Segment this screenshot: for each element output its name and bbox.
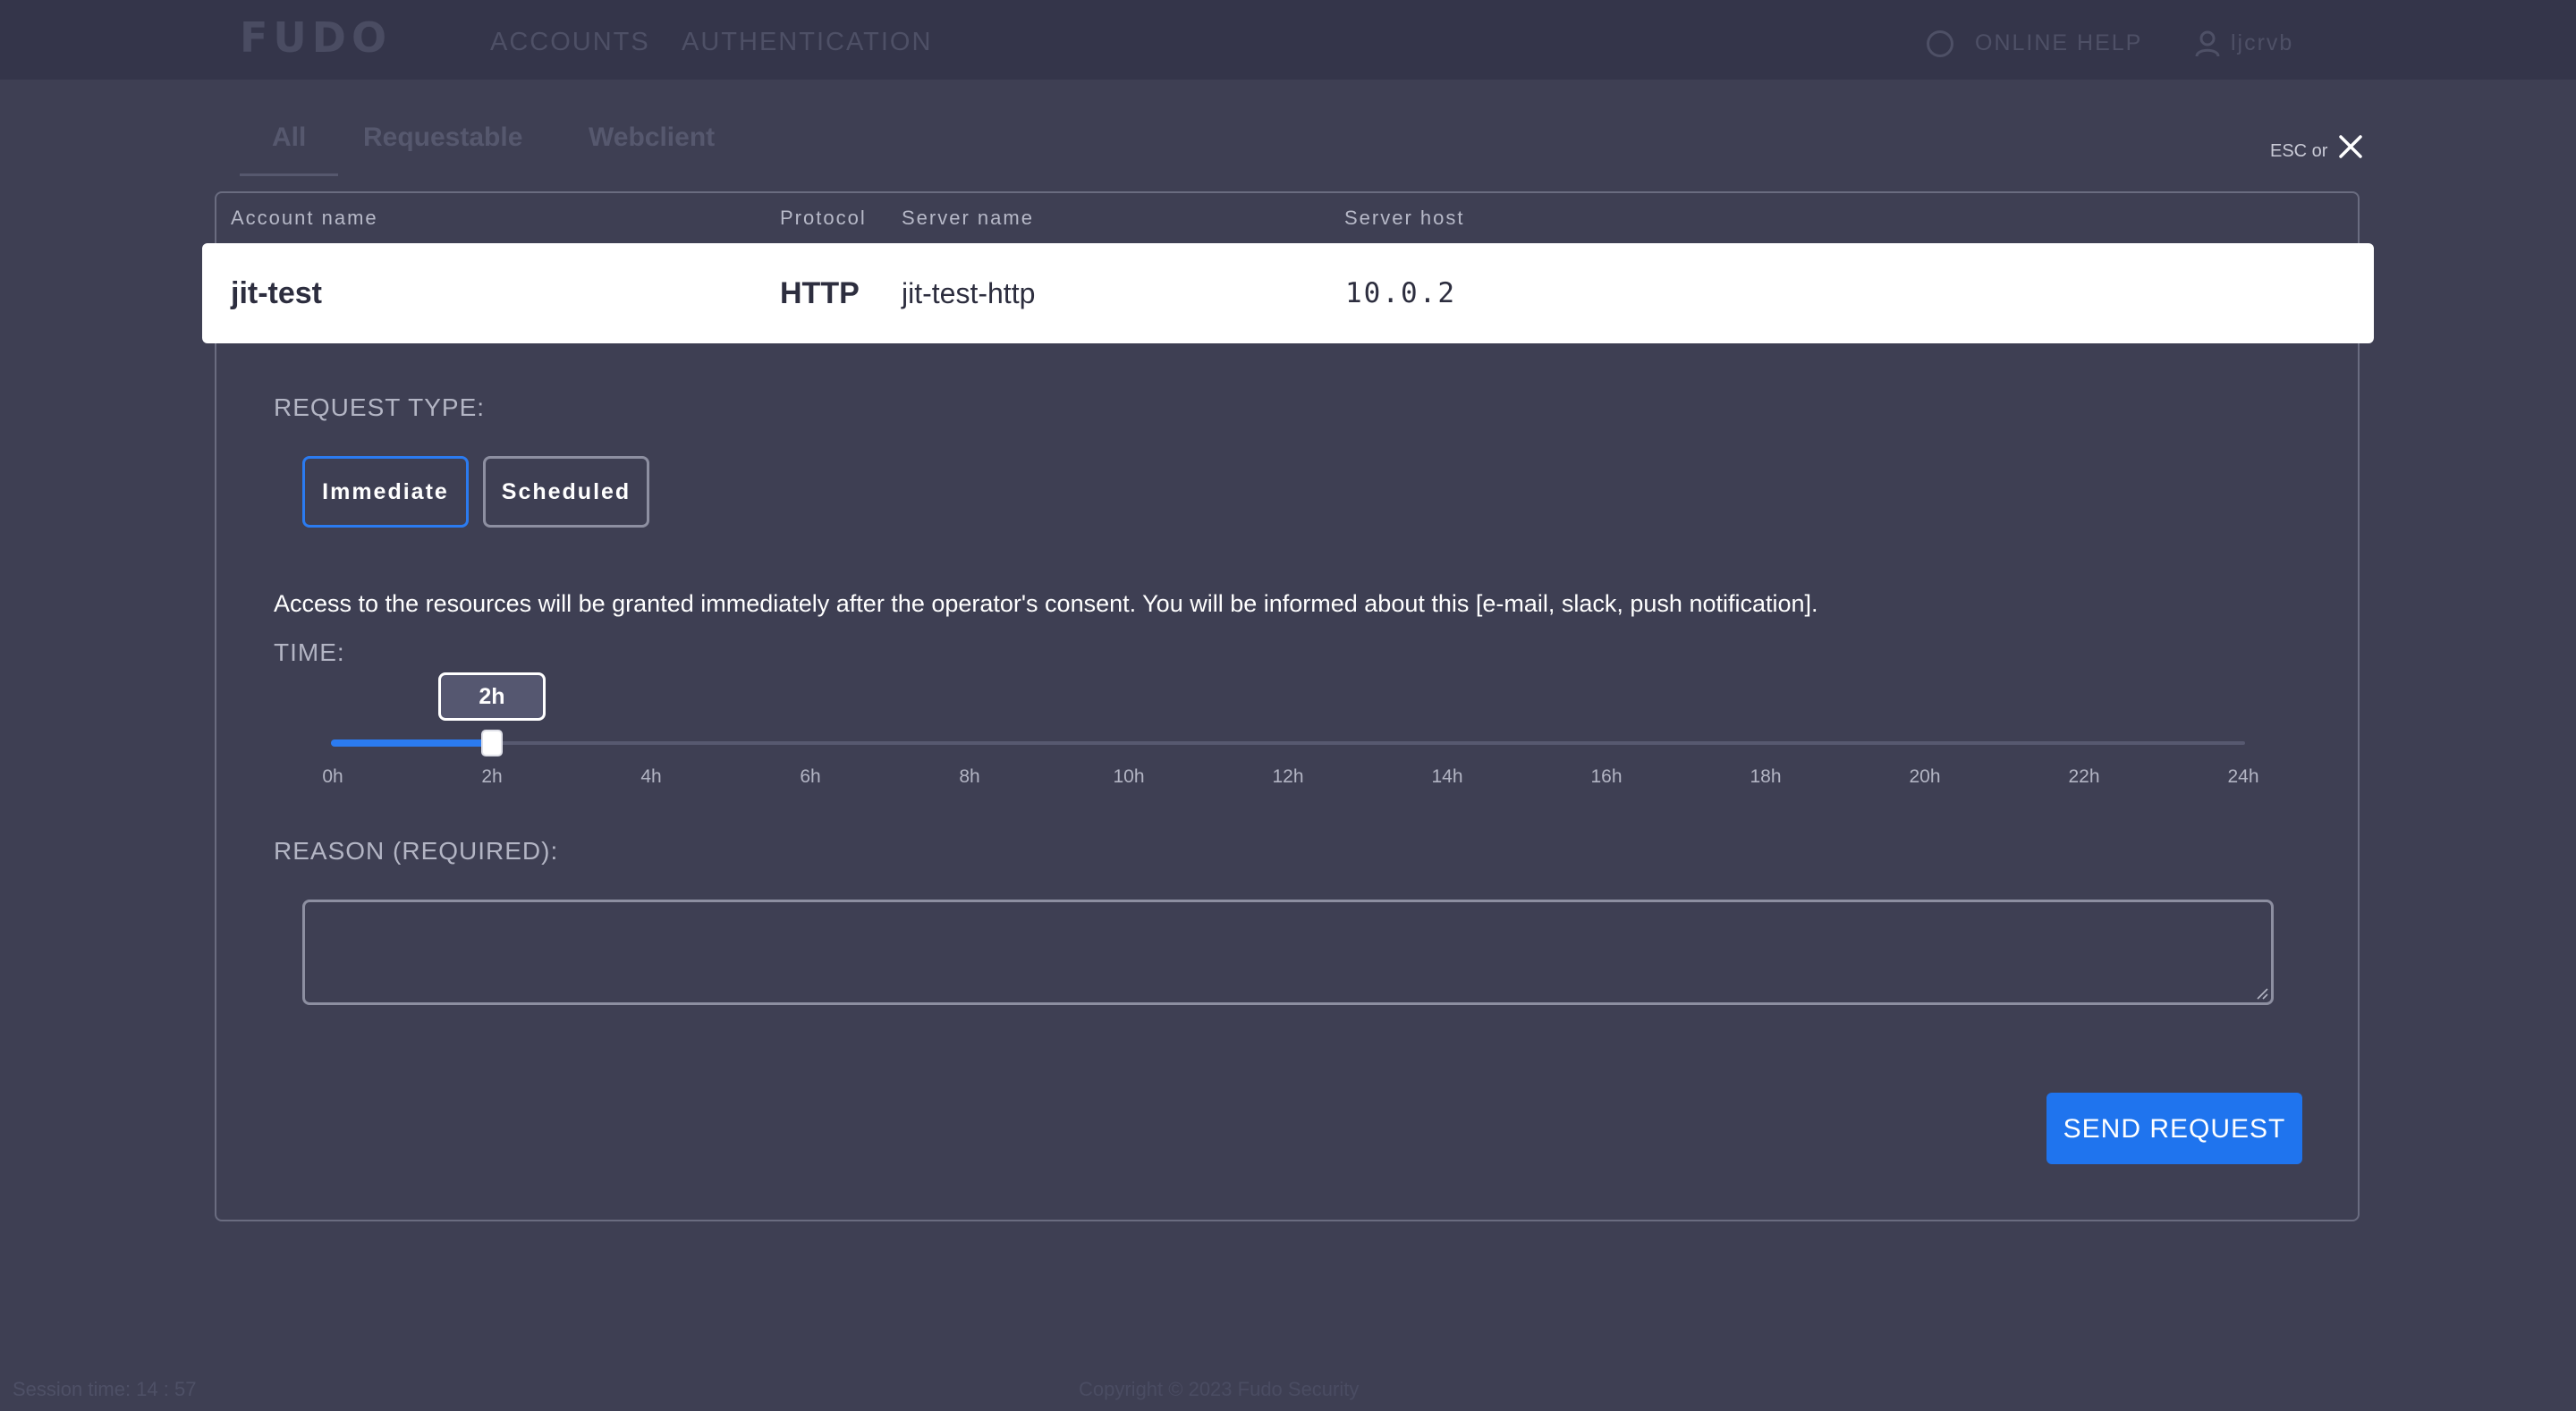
tab-all[interactable]: All: [272, 120, 306, 156]
tab-all-underline: [240, 173, 338, 176]
time-tick-label: 22h: [2068, 766, 2100, 787]
time-tick-label: 0h: [322, 766, 343, 787]
time-tick-label: 16h: [1590, 766, 1623, 787]
request-info-text: Access to the resources will be granted …: [274, 590, 1818, 617]
top-navigation: FUDO ACCOUNTS AUTHENTICATION ONLINE HELP…: [0, 0, 2576, 80]
session-time: Session time: 14 : 57: [13, 1378, 197, 1400]
user-icon: [2195, 30, 2220, 57]
time-tick-label: 4h: [640, 766, 662, 787]
user-menu[interactable]: ljcrvb: [2231, 29, 2293, 57]
table-row[interactable]: jit-test HTTP jit-test-http 10.0.2: [202, 243, 2374, 343]
time-tick-label: 2h: [481, 766, 503, 787]
time-tick-label: 20h: [1909, 766, 1941, 787]
time-slider-track[interactable]: [331, 741, 2245, 745]
time-tick-label: 18h: [1750, 766, 1782, 787]
time-slider-handle[interactable]: [481, 730, 503, 756]
time-tick-label: 12h: [1272, 766, 1304, 787]
row-account-name: jit-test: [231, 276, 322, 310]
nav-authentication[interactable]: AUTHENTICATION: [682, 27, 932, 57]
row-protocol: HTTP: [780, 276, 860, 310]
header-server-host[interactable]: Server host: [1344, 206, 1465, 231]
copyright-text: Copyright © 2023 Fudo Security: [1079, 1378, 1360, 1400]
time-label: TIME:: [274, 638, 345, 666]
nav-accounts[interactable]: ACCOUNTS: [490, 27, 650, 57]
close-icon[interactable]: [2336, 132, 2365, 161]
time-slider-tooltip: 2h: [438, 672, 546, 721]
online-help-link[interactable]: ONLINE HELP: [1975, 29, 2142, 57]
time-tick-label: 14h: [1431, 766, 1463, 787]
row-server-host: 10.0.2: [1345, 277, 1456, 309]
tab-requestable[interactable]: Requestable: [363, 120, 522, 156]
time-tick-label: 8h: [959, 766, 980, 787]
reason-label: REASON (REQUIRED):: [274, 837, 559, 865]
fudo-logo[interactable]: FUDO: [240, 13, 392, 63]
header-protocol[interactable]: Protocol: [780, 206, 867, 231]
reason-input[interactable]: [302, 900, 2274, 1005]
help-icon: [1927, 30, 1953, 57]
header-account-name[interactable]: Account name: [231, 206, 378, 231]
tab-webclient[interactable]: Webclient: [589, 120, 715, 156]
send-request-button[interactable]: SEND REQUEST: [2046, 1093, 2302, 1164]
immediate-button[interactable]: Immediate: [302, 456, 469, 528]
time-tick-label: 24h: [2227, 766, 2259, 787]
time-slider-fill: [331, 739, 492, 747]
row-server-name: jit-test-http: [902, 277, 1036, 309]
time-tick-label: 6h: [800, 766, 821, 787]
resize-grip-icon[interactable]: [2256, 987, 2268, 1000]
request-type-label: REQUEST TYPE:: [274, 393, 486, 421]
header-server-name[interactable]: Server name: [902, 206, 1034, 231]
esc-hint: ESC or: [2270, 141, 2328, 161]
scheduled-button[interactable]: Scheduled: [483, 456, 649, 528]
time-tick-label: 10h: [1113, 766, 1145, 787]
